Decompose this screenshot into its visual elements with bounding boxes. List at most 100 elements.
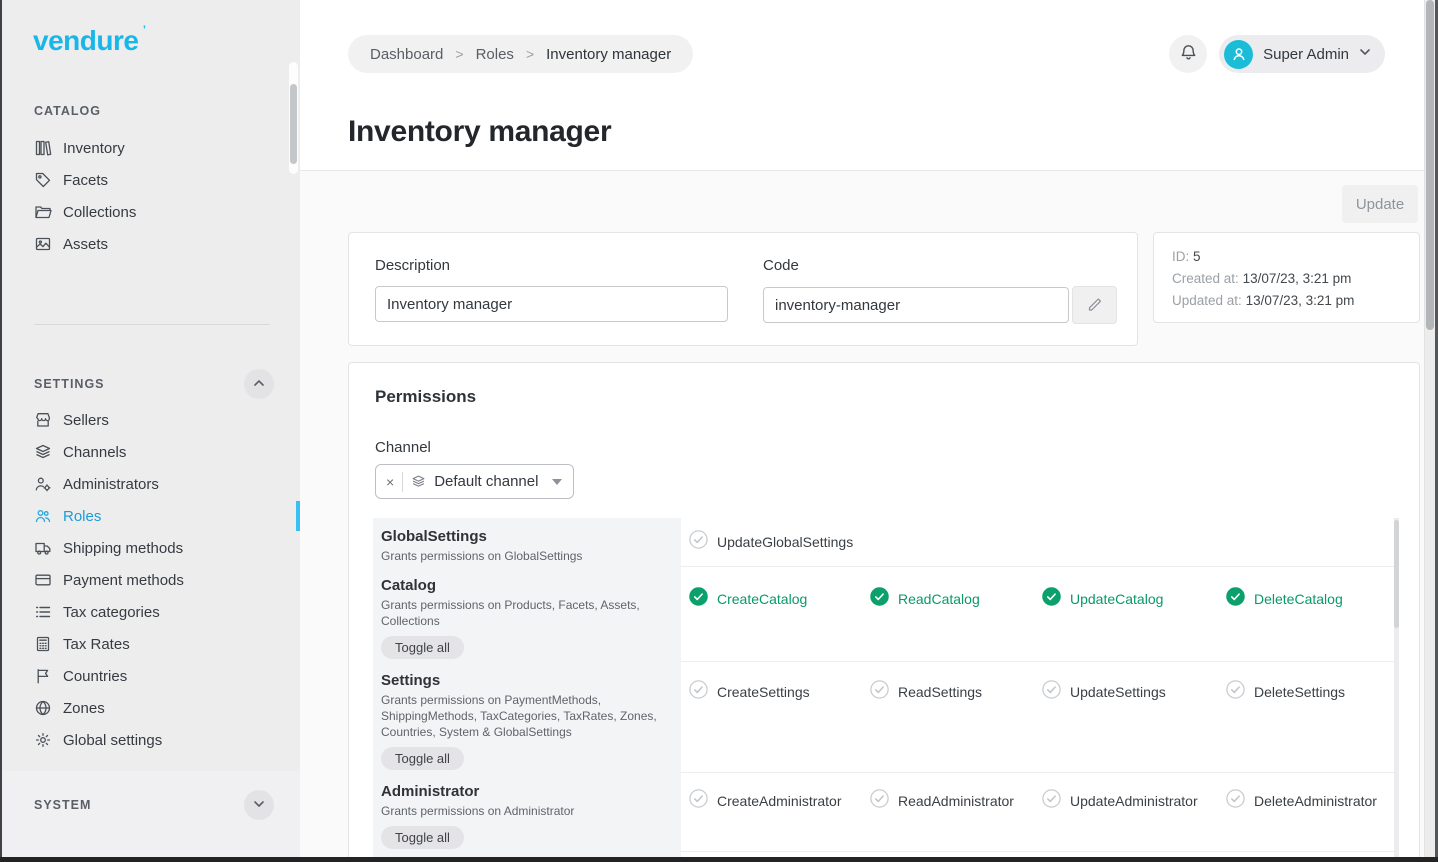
check-circle-outline-icon — [1042, 789, 1061, 813]
page-title: Inventory manager — [348, 115, 611, 149]
sidebar-item-zones[interactable]: Zones — [2, 692, 300, 724]
toggle-all-button[interactable]: Toggle all — [381, 747, 464, 770]
permission-checkbox-deletesettings[interactable]: DeleteSettings — [1226, 680, 1394, 704]
header-divider — [300, 170, 1424, 171]
permission-checkbox-updatecatalog[interactable]: UpdateCatalog — [1042, 587, 1226, 611]
notifications-button[interactable] — [1169, 35, 1207, 73]
breadcrumb-current: Inventory manager — [546, 46, 671, 63]
permission-checkbox-deletecatalog[interactable]: DeleteCatalog — [1226, 587, 1394, 611]
check-circle-outline-icon — [1042, 680, 1061, 704]
meta-id-value: 5 — [1193, 249, 1201, 264]
sidebar-item-countries[interactable]: Countries — [2, 660, 300, 692]
channel-clear-button[interactable]: × — [386, 474, 394, 490]
permission-row-items: CreateAdministratorReadAdministratorUpda… — [681, 773, 1394, 852]
countries-icon — [34, 667, 52, 685]
check-circle-outline-icon — [689, 530, 708, 554]
system-collapse-button[interactable] — [244, 790, 274, 820]
vendure-logo[interactable]: vendure’ — [33, 25, 138, 57]
permission-row-items: CreateSettingsReadSettingsUpdateSettings… — [681, 662, 1394, 773]
section-heading-catalog: CATALOG — [34, 104, 101, 118]
breadcrumb-separator: > — [455, 46, 463, 62]
permission-checkbox-createcatalog[interactable]: CreateCatalog — [689, 587, 870, 611]
permission-row-items: CreateCatalogReadCatalogUpdateCatalogDel… — [681, 567, 1394, 662]
chevron-down-icon — [253, 798, 265, 813]
permissions-grid-scrollbar-thumb[interactable] — [1394, 520, 1399, 628]
user-menu[interactable]: Super Admin — [1219, 35, 1385, 73]
meta-updated-label: Updated at: — [1172, 293, 1242, 308]
settings-collapse-button[interactable] — [244, 369, 274, 399]
sidebar-item-roles[interactable]: Roles — [2, 500, 300, 532]
sidebar-item-sellers[interactable]: Sellers — [2, 404, 300, 436]
roles-icon — [34, 507, 52, 525]
sidebar-item-tax-rates[interactable]: Tax Rates — [2, 628, 300, 660]
channel-selected-value: Default channel — [434, 473, 538, 490]
breadcrumb-roles[interactable]: Roles — [476, 46, 514, 63]
channels-icon — [34, 443, 52, 461]
update-button[interactable]: Update — [1342, 185, 1418, 223]
check-circle-outline-icon — [1226, 789, 1245, 813]
permission-checkbox-updateglobalsettings[interactable]: UpdateGlobalSettings — [689, 530, 870, 554]
permissions-card: Permissions Channel × Default channel Gl… — [348, 362, 1420, 862]
bell-icon — [1179, 43, 1198, 65]
shipping-icon — [34, 539, 52, 557]
breadcrumb-dashboard[interactable]: Dashboard — [370, 46, 443, 63]
check-circle-outline-icon — [870, 680, 889, 704]
sidebar-item-shipping-methods[interactable]: Shipping methods — [2, 532, 300, 564]
permission-group-name: Settings — [381, 672, 669, 689]
sidebar-scrollbar-thumb[interactable] — [290, 84, 297, 164]
sidebar-item-assets[interactable]: Assets — [2, 228, 300, 260]
permission-checkbox-readadministrator[interactable]: ReadAdministrator — [870, 789, 1042, 813]
permission-checkbox-updateadministrator[interactable]: UpdateAdministrator — [1042, 789, 1226, 813]
section-heading-settings: SETTINGS — [34, 377, 105, 391]
sidebar-item-administrators[interactable]: Administrators — [2, 468, 300, 500]
administrators-icon — [34, 475, 52, 493]
permission-row-items: UpdateGlobalSettings — [681, 518, 1394, 567]
page-scrollbar-thumb[interactable] — [1426, 0, 1434, 330]
permission-checkbox-readcatalog[interactable]: ReadCatalog — [870, 587, 1042, 611]
check-circle-outline-icon — [689, 789, 708, 813]
channel-select[interactable]: × Default channel — [375, 464, 574, 499]
collections-icon — [34, 203, 52, 221]
sidebar-item-facets[interactable]: Facets — [2, 164, 300, 196]
description-input[interactable] — [375, 286, 728, 322]
permissions-grid-scrollbar[interactable] — [1394, 518, 1399, 862]
permissions-grid: GlobalSettingsGrants permissions on Glob… — [373, 518, 1394, 862]
edit-code-button[interactable] — [1072, 286, 1117, 324]
description-field-group: Description — [375, 257, 728, 322]
permission-checkbox-readsettings[interactable]: ReadSettings — [870, 680, 1042, 704]
permission-group-description: Grants permissions on Products, Facets, … — [381, 597, 669, 629]
assets-icon — [34, 235, 52, 253]
permissions-title: Permissions — [375, 387, 476, 407]
toggle-all-button[interactable]: Toggle all — [381, 826, 464, 849]
permission-checkbox-updatesettings[interactable]: UpdateSettings — [1042, 680, 1226, 704]
catalog-nav: InventoryFacetsCollectionsAssets — [2, 132, 300, 260]
channel-select-divider — [402, 472, 403, 492]
permission-row-globalsettings: GlobalSettingsGrants permissions on Glob… — [373, 518, 1394, 567]
sidebar-item-payment-methods[interactable]: Payment methods — [2, 564, 300, 596]
sidebar-item-channels[interactable]: Channels — [2, 436, 300, 468]
code-input[interactable] — [763, 287, 1069, 323]
sidebar-item-inventory[interactable]: Inventory — [2, 132, 300, 164]
tax-categories-icon — [34, 603, 52, 621]
check-circle-filled-icon — [1042, 587, 1061, 611]
permission-checkbox-deleteadministrator[interactable]: DeleteAdministrator — [1226, 789, 1394, 813]
toggle-all-button[interactable]: Toggle all — [381, 636, 464, 659]
meta-created-row: Created at: 13/07/23, 3:21 pm — [1172, 268, 1401, 290]
page-scrollbar[interactable] — [1424, 0, 1435, 857]
permission-checkbox-createadministrator[interactable]: CreateAdministrator — [689, 789, 870, 813]
sidebar-item-global-settings[interactable]: Global settings — [2, 724, 300, 756]
permission-row-info: SettingsGrants permissions on PaymentMet… — [373, 662, 681, 773]
permission-checkbox-createsettings[interactable]: CreateSettings — [689, 680, 870, 704]
permission-group-name: Catalog — [381, 577, 669, 594]
tax-rates-icon — [34, 635, 52, 653]
code-field-group: Code — [763, 257, 1117, 324]
breadcrumb: Dashboard > Roles > Inventory manager — [348, 35, 693, 73]
main-content: Dashboard > Roles > Inventory manager Su… — [300, 0, 1424, 857]
sidebar-item-collections[interactable]: Collections — [2, 196, 300, 228]
meta-updated-value: 13/07/23, 3:21 pm — [1246, 293, 1355, 308]
sellers-icon — [34, 411, 52, 429]
permission-row-settings: SettingsGrants permissions on PaymentMet… — [373, 662, 1394, 773]
section-heading-system: SYSTEM — [34, 798, 91, 812]
sidebar-scrollbar[interactable] — [289, 62, 298, 174]
sidebar-item-tax-categories[interactable]: Tax categories — [2, 596, 300, 628]
